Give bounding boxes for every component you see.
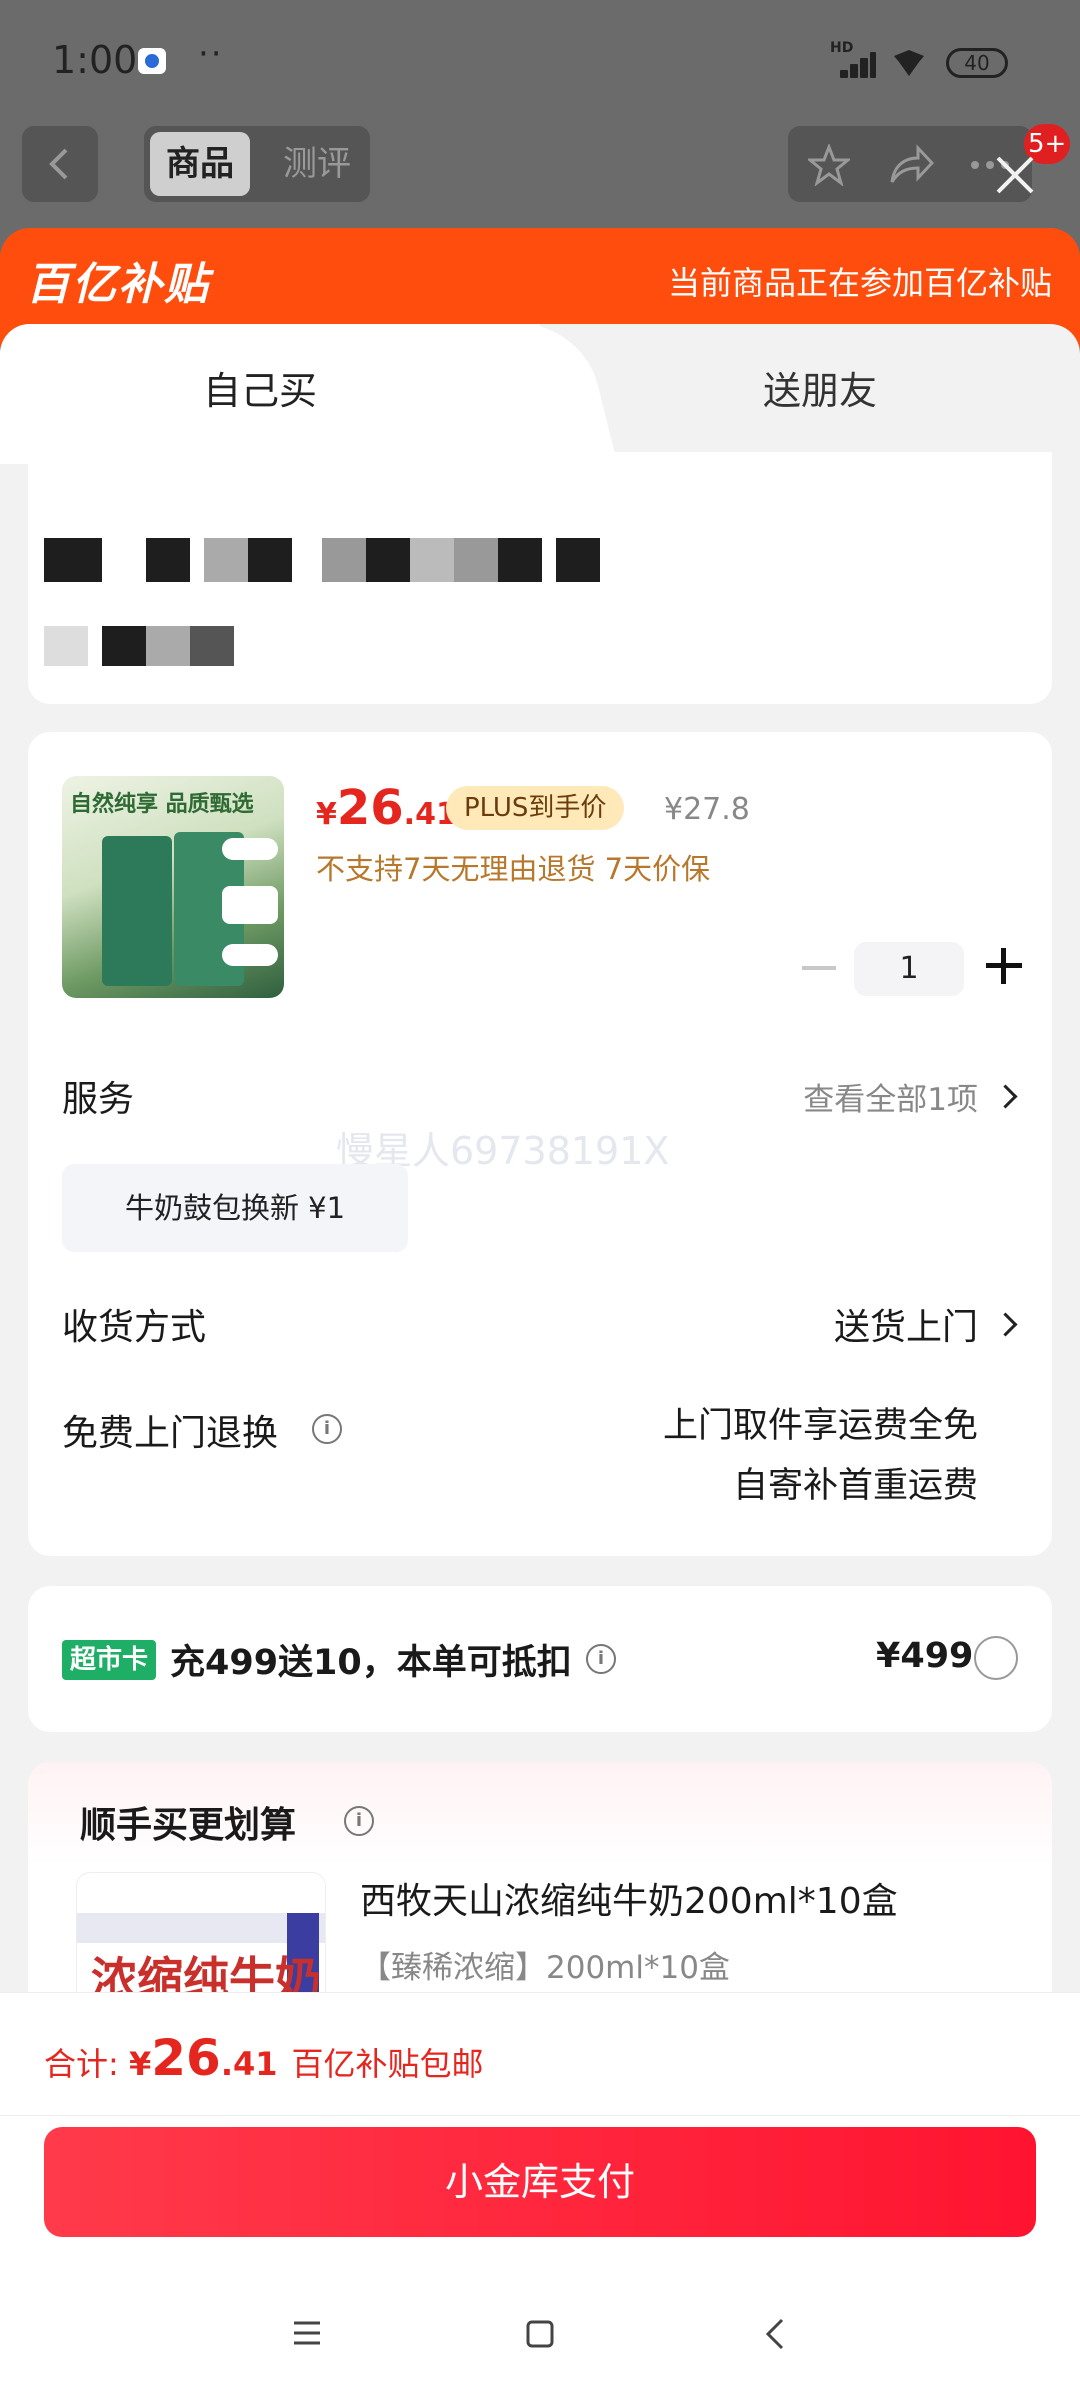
delivery-method-value[interactable]: 送货上门 — [834, 1298, 978, 1350]
return-detail-line2: 自寄补首重运费 — [732, 1466, 978, 1506]
home-icon[interactable] — [526, 2320, 554, 2348]
order-total: 合计: ¥26.41 百亿补贴包邮 — [44, 2029, 484, 2087]
info-icon[interactable]: i — [344, 1806, 374, 1836]
upsell-product-name[interactable]: 西牧天山浓缩纯牛奶200ml*10盒 — [360, 1872, 898, 1924]
supermarket-card-radio[interactable] — [974, 1636, 1018, 1680]
return-policy-notice: 不支持7天无理由退货 7天价保 — [316, 852, 711, 886]
return-detail-line1: 上门取件享运费全免 — [662, 1406, 978, 1446]
tab-buy-self-label[interactable]: 自己买 — [0, 360, 520, 415]
address-card[interactable] — [28, 452, 1052, 704]
quantity-increase-button[interactable] — [986, 948, 1022, 984]
supermarket-card-offer[interactable]: 超市卡 充499送10，本单可抵扣 i ¥499 — [28, 1586, 1052, 1732]
battery-icon: 40 — [946, 48, 1008, 78]
view-all-services-link[interactable]: 查看全部1项 — [803, 1074, 978, 1119]
tab-review[interactable]: 测评 — [272, 132, 362, 196]
status-time: 1:00 — [52, 38, 138, 82]
subsidy-promo-text: 当前商品正在参加百亿补贴 — [667, 264, 1052, 302]
purchase-mode-tabs: 自己买 送朋友 — [0, 324, 1080, 464]
original-price: ¥27.8 — [664, 792, 750, 827]
recent-apps-icon[interactable] — [292, 2320, 322, 2346]
share-icon[interactable] — [888, 144, 934, 186]
free-return-label: 免费上门退换 — [62, 1413, 279, 1454]
status-more-dots: ·· — [198, 34, 224, 74]
chevron-right-icon[interactable] — [993, 1312, 1018, 1337]
info-icon[interactable]: i — [312, 1414, 342, 1444]
upsell-title: 顺手买更划算 — [80, 1805, 297, 1846]
divider — [0, 2115, 1080, 2116]
system-back-icon[interactable] — [764, 2318, 786, 2350]
tab-gift-friend[interactable]: 送朋友 — [640, 360, 1000, 415]
star-icon[interactable] — [808, 144, 850, 186]
quantity-value[interactable]: 1 — [854, 942, 964, 996]
close-sheet-button[interactable] — [986, 146, 1044, 204]
service-option-chip[interactable]: 牛奶鼓包换新 ¥1 — [62, 1164, 408, 1252]
delivery-method-label: 收货方式 — [62, 1307, 207, 1348]
service-label: 服务 — [62, 1079, 135, 1120]
pay-button[interactable]: 小金库支付 — [44, 2127, 1036, 2237]
close-icon — [996, 156, 1034, 194]
supermarket-card-text: 充499送10，本单可抵扣 — [170, 1643, 572, 1683]
supermarket-card-tag: 超市卡 — [62, 1640, 157, 1680]
chevron-right-icon[interactable] — [993, 1084, 1018, 1109]
plus-price-tag: PLUS到手价 — [446, 786, 625, 830]
supermarket-card-price: ¥499 — [876, 1636, 974, 1676]
quantity-decrease-button[interactable] — [802, 966, 836, 970]
upsell-section: 顺手买更划算 i 浓缩纯牛奶 西牧天山浓缩纯牛奶200ml*10盒 【臻稀浓缩】… — [28, 1762, 1052, 2074]
app-notification-icon — [138, 48, 166, 74]
shipping-note: 百亿补贴包邮 — [291, 2045, 484, 2083]
wifi-icon — [892, 48, 926, 78]
product-image-caption: 自然纯享 品质甄选 — [70, 792, 254, 817]
info-icon[interactable]: i — [586, 1644, 616, 1674]
page-tab-switcher: 商品 测评 — [144, 126, 370, 202]
product-price: ¥26.41 — [316, 780, 457, 836]
free-return-detail: 上门取件享运费全免 自寄补首重运费 — [663, 1396, 978, 1516]
back-button[interactable] — [22, 126, 98, 202]
tab-product[interactable]: 商品 — [150, 132, 250, 196]
signal-icon — [828, 52, 876, 78]
upsell-product-spec: 【臻稀浓缩】200ml*10盒 — [360, 1950, 730, 1986]
product-image: 自然纯享 品质甄选 — [62, 776, 284, 998]
chevron-left-icon — [49, 148, 68, 180]
product-card: 自然纯享 品质甄选 ¥26.41 PLUS到手价 ¥27.8 不支持7天无理由退… — [28, 732, 1052, 1556]
subsidy-logo: 百亿补贴 — [26, 259, 210, 310]
